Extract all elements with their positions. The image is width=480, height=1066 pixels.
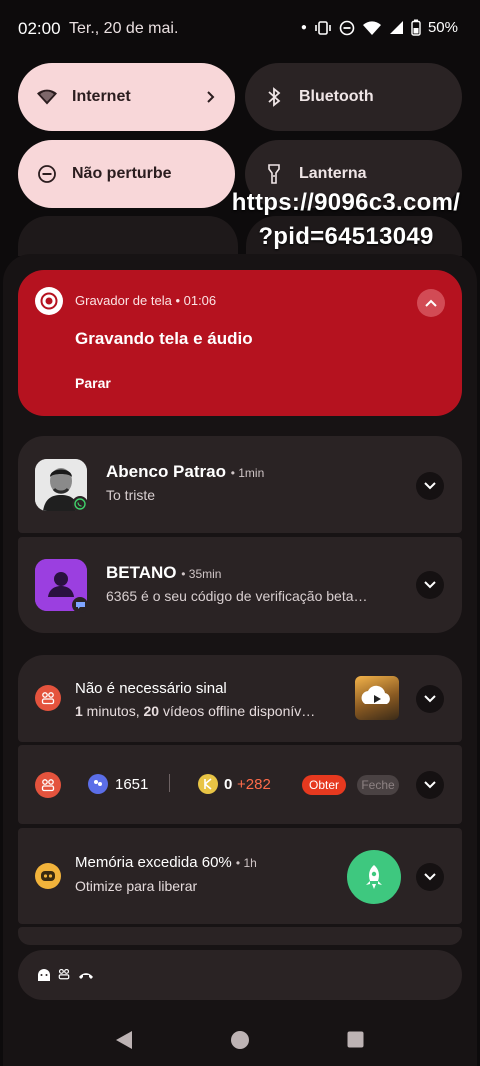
app-icon [35, 772, 61, 798]
boost-button[interactable] [347, 850, 401, 904]
tile-label: Não perturbe [72, 165, 172, 182]
notification-title: Abenco Patrao • 1min [106, 462, 264, 482]
video-thumbnail [355, 676, 399, 720]
date: Ter., 20 de mai. [69, 20, 179, 37]
tile-do-not-disturb[interactable]: Não perturbe [18, 140, 235, 208]
record-icon [35, 287, 63, 315]
rewards-notification[interactable]: 1651 0 +282 Obter Feche [18, 745, 462, 824]
timestamp: • 1min [230, 466, 265, 480]
overlay-line-1: https://9096c3.com/ [231, 189, 461, 216]
navigation-bar [0, 1010, 480, 1066]
back-icon[interactable] [115, 1030, 133, 1050]
chevron-down-icon [424, 873, 436, 881]
gem-count: 1651 [115, 776, 149, 793]
divider [169, 774, 170, 792]
betano-notification[interactable]: BETANO • 35min 6365 é o seu código de ve… [18, 537, 462, 633]
whatsapp-notification[interactable]: Abenco Patrao • 1min To triste [18, 436, 462, 533]
wifi-icon [36, 86, 58, 108]
tile-label: Internet [72, 88, 131, 105]
missed-call-icon [79, 973, 93, 979]
status-icons: ● 50% [301, 19, 458, 36]
wifi-status-icon [362, 20, 381, 35]
coin-count: 0 [224, 776, 233, 793]
chevron-down-icon [424, 581, 436, 589]
status-bar: 02:00 Ter., 20 de mai. ● 50% [0, 0, 480, 58]
notification-body: 1 minutos, 20 vídeos offline disponív… [75, 703, 315, 719]
sender-name: Abenco Patrao [106, 462, 226, 481]
coin-icon [198, 774, 218, 794]
notification-app-name: Gravador de tela • 01:06 [75, 293, 217, 308]
signal-icon [389, 21, 403, 34]
stacked-notification-edge [18, 927, 462, 945]
feche-button[interactable]: Feche [357, 775, 399, 795]
timestamp: • 35min [181, 567, 222, 581]
chevron-right-icon [207, 91, 215, 103]
tile-placeholder [18, 216, 238, 256]
collapse-button[interactable] [417, 289, 445, 317]
dot-icon: ● [300, 22, 307, 33]
memory-notification[interactable]: Memória excedida 60% • 1h Otimize para l… [18, 828, 462, 924]
notification-body: Otimize para liberar [75, 878, 198, 894]
flashlight-icon [263, 163, 285, 185]
chevron-down-icon [424, 482, 436, 490]
body-text: minutos, [82, 703, 144, 719]
overlay-line-2: ?pid=64513049 [258, 223, 434, 250]
chevron-up-icon [425, 299, 437, 307]
sender-name: BETANO [106, 563, 177, 582]
notification-body: 6365 é o seu código de verificação beta… [106, 588, 368, 604]
expand-button[interactable] [416, 771, 444, 799]
tile-internet[interactable]: Internet [18, 63, 235, 131]
stop-button[interactable]: Parar [75, 375, 111, 391]
bluetooth-icon [263, 86, 285, 108]
notification-title: Memória excedida 60% • 1h [75, 854, 257, 871]
body-text: vídeos offline disponív… [159, 703, 316, 719]
message-icon [72, 597, 88, 613]
android-icon [38, 969, 50, 981]
vibrate-icon [315, 20, 331, 35]
recents-icon[interactable] [347, 1031, 364, 1048]
app-small-icon [58, 968, 70, 980]
dnd-status-icon [339, 20, 355, 35]
notification-title: Gravando tela e áudio [75, 329, 253, 348]
expand-button[interactable] [416, 863, 444, 891]
tile-bluetooth[interactable]: Bluetooth [245, 63, 462, 131]
notification-body: To triste [106, 487, 156, 503]
expand-button[interactable] [416, 685, 444, 713]
battery-percent: 50% [427, 19, 458, 36]
videos-count: 20 [143, 703, 160, 719]
screen-recorder-notification[interactable]: Gravador de tela • 01:06 Gravando tela e… [18, 270, 462, 416]
notification-title: BETANO • 35min [106, 563, 221, 583]
chevron-down-icon [424, 695, 436, 703]
rocket-icon [366, 865, 382, 889]
minutes-count: 1 [75, 703, 83, 719]
clock: 02:00 [18, 19, 61, 38]
silent-notifications-row[interactable] [18, 950, 462, 1000]
gem-icon [88, 774, 108, 794]
offline-videos-notification[interactable]: Não é necessário sinal 1 minutos, 20 víd… [18, 655, 462, 742]
obter-button[interactable]: Obter [302, 775, 346, 795]
tile-label: Lanterna [299, 165, 367, 182]
timestamp: • 1h [235, 856, 257, 870]
expand-button[interactable] [416, 571, 444, 599]
expand-button[interactable] [416, 472, 444, 500]
notification-title: Não é necessário sinal [75, 680, 227, 697]
battery-icon [411, 19, 421, 36]
home-icon[interactable] [230, 1030, 250, 1050]
tile-label: Bluetooth [299, 88, 374, 105]
dnd-icon [36, 163, 58, 185]
url-overlay: https://9096c3.com/ ?pid=64513049 [226, 186, 466, 254]
cleaner-app-icon [35, 863, 61, 889]
bonus-count: +282 [237, 776, 271, 793]
app-icon [35, 685, 61, 711]
chevron-down-icon [424, 781, 436, 789]
whatsapp-icon [72, 496, 88, 512]
title-text: Memória excedida 60% [75, 854, 232, 871]
